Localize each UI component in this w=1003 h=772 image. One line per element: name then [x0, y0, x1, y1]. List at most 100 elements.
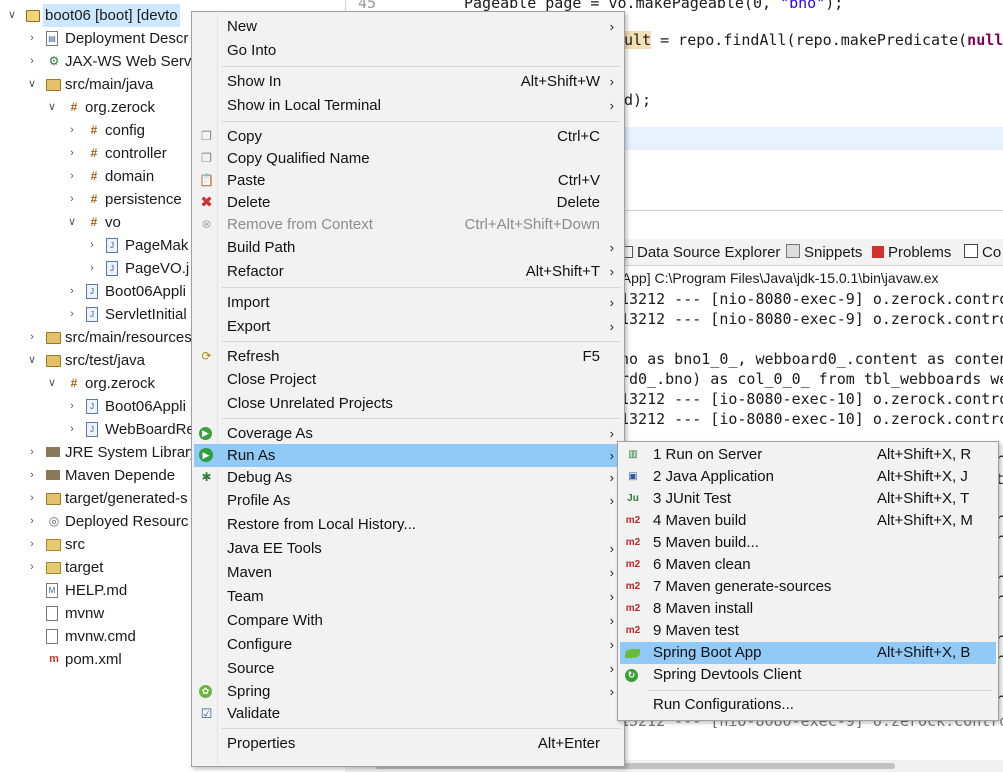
tab-console[interactable]: Co — [964, 243, 1001, 263]
expanded-twisty-icon[interactable]: ∨ — [46, 96, 58, 119]
menu-item-close-project[interactable]: Close Project — [194, 368, 622, 391]
collapsed-twisty-icon[interactable]: › — [86, 234, 98, 257]
menu-item-label: Copy Qualified Name — [227, 150, 370, 167]
expanded-twisty-icon[interactable]: ∨ — [46, 372, 58, 395]
submenu-item-maven-build[interactable]: m2 4 Maven build Alt+Shift+X, M — [620, 510, 996, 532]
collapsed-twisty-icon[interactable]: › — [66, 165, 78, 188]
menu-item-show-in[interactable]: Show In Alt+Shift+W › — [194, 70, 622, 93]
menu-item-properties[interactable]: Properties Alt+Enter — [194, 732, 622, 755]
menu-item-label: Compare With — [227, 612, 323, 629]
collapsed-twisty-icon[interactable]: › — [26, 487, 38, 510]
menu-item-spring[interactable]: ✿ Spring › — [194, 680, 622, 703]
menu-item-source[interactable]: Source › — [194, 657, 622, 680]
menu-item-label: Maven — [227, 564, 273, 581]
menu-item-restore-from-local-history[interactable]: Restore from Local History... — [194, 513, 622, 536]
menu-item-label: Paste — [227, 172, 266, 189]
expanded-twisty-icon[interactable]: ∨ — [6, 4, 18, 27]
expanded-twisty-icon[interactable]: ∨ — [66, 211, 78, 234]
tree-item-label: WebBoardRe — [105, 421, 195, 438]
submenu-item-label: 3 JUnit Test — [653, 490, 732, 507]
menu-item-go-into[interactable]: Go Into — [194, 39, 622, 62]
menu-item-copy[interactable]: ❐ Copy Ctrl+C — [194, 125, 622, 148]
menu-item-build-path[interactable]: Build Path › — [194, 236, 622, 259]
collapsed-twisty-icon[interactable]: › — [26, 326, 38, 349]
tab-snippets[interactable]: Snippets — [786, 243, 862, 263]
run-icon: ▶ — [199, 448, 213, 462]
file-icon — [46, 606, 58, 621]
menu-item-delete[interactable]: ✖ Delete Delete — [194, 191, 622, 214]
submenu-item-shortcut: Alt+Shift+X, R — [877, 446, 972, 463]
problems-icon — [872, 246, 884, 258]
tree-item-label: Deployed Resourc — [65, 513, 189, 530]
collapsed-twisty-icon[interactable]: › — [26, 441, 38, 464]
collapsed-twisty-icon[interactable]: › — [66, 303, 78, 326]
menu-item-close-unrelated-projects[interactable]: Close Unrelated Projects — [194, 392, 622, 415]
submenu-item-maven-install[interactable]: m2 8 Maven install — [620, 598, 996, 620]
collapsed-twisty-icon[interactable]: › — [26, 27, 38, 50]
menu-item-compare-with[interactable]: Compare With › — [194, 609, 622, 632]
maven-icon: m2 — [625, 559, 641, 570]
menu-item-configure[interactable]: Configure › — [194, 633, 622, 656]
collapsed-twisty-icon[interactable]: › — [66, 142, 78, 165]
collapsed-twisty-icon[interactable]: › — [26, 533, 38, 556]
menu-item-refactor[interactable]: Refactor Alt+Shift+T › — [194, 260, 622, 283]
submenu-item-label: 4 Maven build — [653, 512, 747, 529]
menu-item-maven[interactable]: Maven › — [194, 561, 622, 584]
submenu-item-run-on-server[interactable]: ▥ 1 Run on Server Alt+Shift+X, R — [620, 444, 996, 466]
package-icon: # — [90, 169, 98, 183]
submenu-arrow-icon: › — [609, 98, 614, 113]
submenu-item-maven-clean[interactable]: m2 6 Maven clean — [620, 554, 996, 576]
menu-item-java-ee-tools[interactable]: Java EE Tools › — [194, 537, 622, 560]
expanded-twisty-icon[interactable]: ∨ — [26, 73, 38, 96]
tree-item-label: vo — [105, 214, 121, 231]
tree-item-label: PageVO.j — [125, 260, 190, 277]
menu-item-run-as[interactable]: ▶ Run As › — [194, 444, 622, 467]
submenu-item-spring-boot-app[interactable]: Spring Boot App Alt+Shift+X, B — [620, 642, 996, 664]
expanded-twisty-icon[interactable]: ∨ — [26, 349, 38, 372]
menu-item-new[interactable]: New › — [194, 15, 622, 38]
java-file-icon: J — [86, 284, 98, 299]
menu-item-copy-qualified-name[interactable]: ❐ Copy Qualified Name — [194, 147, 622, 170]
collapsed-twisty-icon[interactable]: › — [66, 119, 78, 142]
menu-item-refresh[interactable]: ⟳ Refresh F5 — [194, 345, 622, 368]
menu-item-show-in-local-terminal[interactable]: Show in Local Terminal › — [194, 94, 622, 117]
submenu-item-label: 9 Maven test — [653, 622, 739, 639]
submenu-item-java-application[interactable]: ▣ 2 Java Application Alt+Shift+X, J — [620, 466, 996, 488]
menu-item-paste[interactable]: 📋 Paste Ctrl+V — [194, 169, 622, 192]
menu-item-team[interactable]: Team › — [194, 585, 622, 608]
submenu-item-junit-test[interactable]: Ju 3 JUnit Test Alt+Shift+X, T — [620, 488, 996, 510]
code-keyword: null — [967, 31, 1003, 49]
submenu-item-maven-generate-sources[interactable]: m2 7 Maven generate-sources — [620, 576, 996, 598]
collapsed-twisty-icon[interactable]: › — [26, 464, 38, 487]
collapsed-twisty-icon[interactable]: › — [66, 280, 78, 303]
collapsed-twisty-icon[interactable]: › — [26, 556, 38, 579]
collapsed-twisty-icon[interactable]: › — [66, 418, 78, 441]
collapsed-twisty-icon[interactable]: › — [66, 395, 78, 418]
collapsed-twisty-icon[interactable]: › — [26, 510, 38, 533]
collapsed-twisty-icon[interactable]: › — [66, 188, 78, 211]
submenu-item-label: 2 Java Application — [653, 468, 774, 485]
tab-data-source-explorer[interactable]: Data Source Explorer — [623, 243, 780, 263]
submenu-item-shortcut: Alt+Shift+X, T — [877, 490, 970, 507]
submenu-arrow-icon: › — [609, 661, 614, 676]
submenu-arrow-icon: › — [609, 565, 614, 580]
submenu-arrow-icon: › — [609, 448, 614, 463]
menu-item-import[interactable]: Import › — [194, 291, 622, 314]
submenu-item-maven-test[interactable]: m2 9 Maven test — [620, 620, 996, 642]
menu-item-coverage-as[interactable]: ▶ Coverage As › — [194, 422, 622, 445]
process-path: ot App] C:\Program Files\Java\jdk-15.0.1… — [607, 270, 939, 286]
menu-item-profile-as[interactable]: Profile As › — [194, 489, 622, 512]
submenu-item-run-configurations[interactable]: Run Configurations... — [620, 694, 996, 716]
collapsed-twisty-icon[interactable]: › — [26, 50, 38, 73]
tree-item-label: domain — [105, 168, 155, 185]
copy-icon: ❐ — [201, 129, 212, 143]
menu-item-debug-as[interactable]: ✱ Debug As › — [194, 466, 622, 489]
tree-item-label: config — [105, 122, 146, 139]
menu-item-export[interactable]: Export › — [194, 315, 622, 338]
menu-item-validate[interactable]: ☑ Validate — [194, 702, 622, 725]
code-highlight: ult — [624, 31, 652, 49]
submenu-item-spring-devtools-client[interactable]: ↻ Spring Devtools Client — [620, 664, 996, 686]
submenu-item-maven-build-dialog[interactable]: m2 5 Maven build... — [620, 532, 996, 554]
tab-problems[interactable]: Problems — [872, 243, 951, 263]
collapsed-twisty-icon[interactable]: › — [86, 257, 98, 280]
